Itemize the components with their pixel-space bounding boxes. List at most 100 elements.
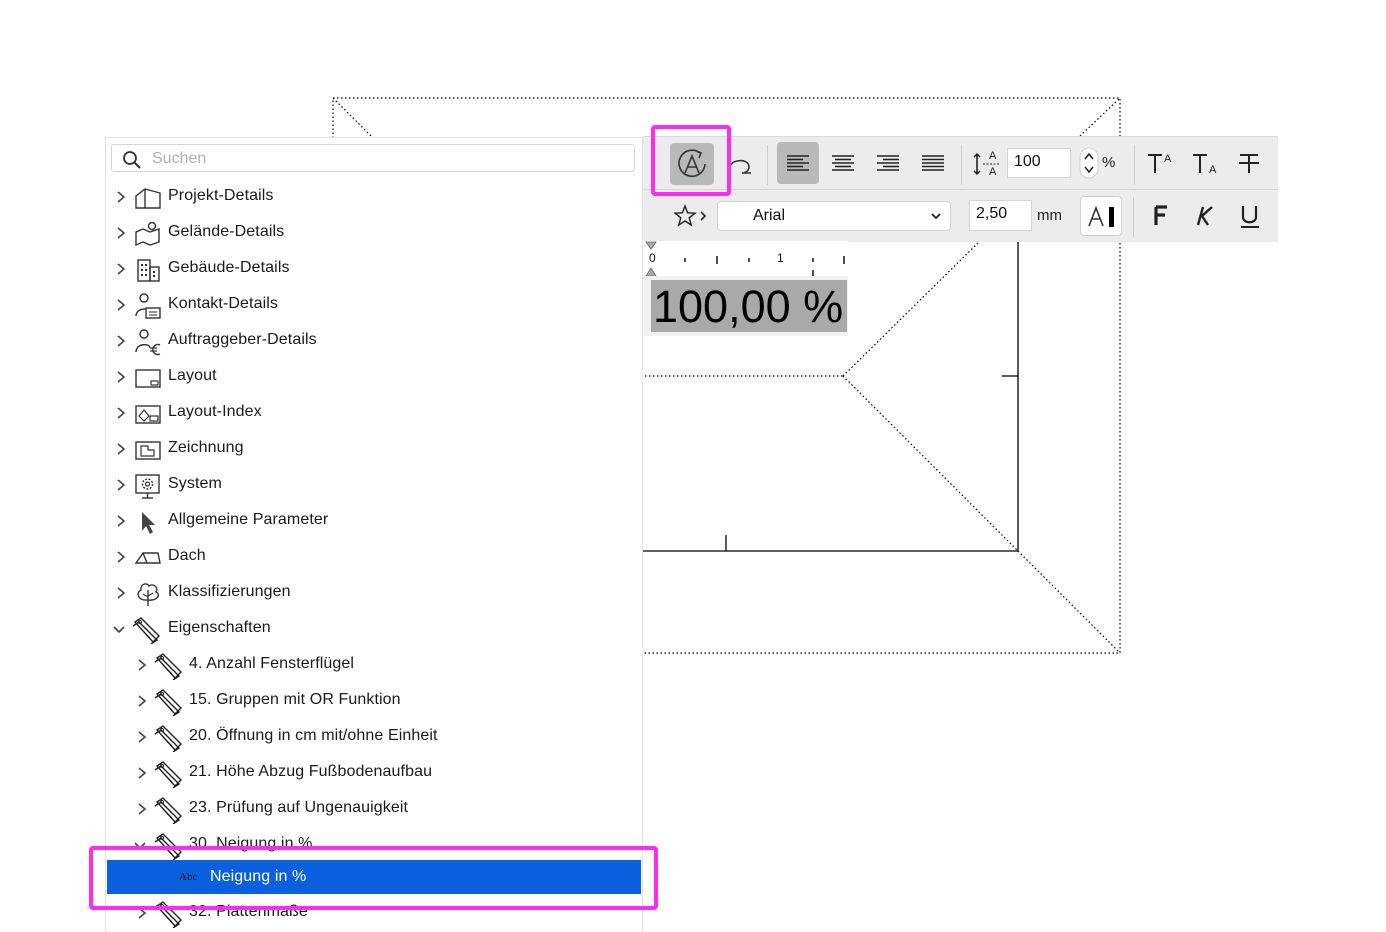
line-spacing-value: 100	[1014, 153, 1041, 170]
tags-icon	[132, 617, 160, 644]
chevron-right-icon[interactable]	[114, 333, 128, 349]
chevron-right-icon[interactable]	[135, 801, 149, 817]
system-gear-icon	[135, 474, 160, 499]
tree-item-label: Layout	[168, 367, 217, 384]
building-icon	[137, 259, 160, 282]
font-family-select[interactable]: Arial	[717, 201, 951, 231]
chevron-right-icon[interactable]	[135, 729, 149, 745]
tree-item-auftraggeber-details[interactable]: Auftraggeber-Details	[106, 324, 642, 360]
tree-item-klassifizierungen[interactable]: Klassifizierungen	[106, 576, 642, 612]
text-color-button[interactable]	[1080, 196, 1122, 236]
ruler-label-1: 1	[777, 251, 784, 265]
underline-icon[interactable]	[1239, 203, 1261, 229]
align-center-icon[interactable]	[832, 155, 854, 171]
italic-icon[interactable]	[1194, 204, 1216, 228]
tree-child-hoehe-abzug[interactable]: 21. Höhe Abzug Fußbodenaufbau	[106, 756, 642, 792]
drawing-icon	[135, 441, 161, 460]
tree-classification-icon	[137, 583, 160, 606]
house-icon	[135, 188, 161, 209]
text-ruler[interactable]: 0 1	[643, 241, 848, 277]
toolbar-separator	[1134, 145, 1135, 185]
chevron-down-icon	[931, 213, 941, 220]
svg-text:A: A	[1164, 153, 1172, 165]
tree-item-layout[interactable]: Layout	[106, 360, 642, 396]
toolbar-separator	[767, 145, 768, 185]
tree-item-label: Projekt-Details	[168, 187, 274, 204]
tree-child-label: 23. Prüfung auf Ungenauigkeit	[189, 799, 409, 816]
align-left-button[interactable]	[777, 142, 819, 184]
tree-item-label: Zeichnung	[168, 439, 244, 456]
tree-item-allgemeine-parameter[interactable]: Allgemeine Parameter	[106, 504, 642, 540]
line-spacing-icon: A A	[973, 150, 999, 178]
align-right-icon[interactable]	[877, 155, 899, 171]
tree-item-zeichnung[interactable]: Zeichnung	[106, 432, 642, 468]
chevron-right-icon[interactable]	[114, 261, 128, 277]
tree-item-gelaende-details[interactable]: Gelände-Details	[106, 216, 642, 252]
tree-child-pruefung[interactable]: 23. Prüfung auf Ungenauigkeit	[106, 792, 642, 828]
chevron-right-icon[interactable]	[114, 297, 128, 313]
chevron-right-icon[interactable]	[114, 477, 128, 493]
line-spacing-stepper[interactable]	[1079, 147, 1099, 179]
layout-icon	[135, 369, 161, 388]
client-euro-icon	[135, 329, 161, 356]
align-justify-icon[interactable]	[922, 155, 944, 171]
tree-child-anzahl-fensterfluegel[interactable]: 4. Anzahl Fensterflügel	[106, 648, 642, 684]
cursor-arrow-icon	[142, 512, 155, 534]
text-label-value[interactable]: 100,00 %	[651, 280, 848, 332]
tree-item-label: Klassifizierungen	[168, 583, 291, 600]
chevron-right-icon[interactable]	[114, 513, 128, 529]
highlight-autotext-button	[651, 125, 731, 196]
tree-item-label: System	[168, 475, 222, 492]
chevron-right-icon[interactable]	[135, 765, 149, 781]
tree-child-oeffnung[interactable]: 20. Öffnung in cm mit/ohne Einheit	[106, 720, 642, 756]
ruler-graphic	[645, 241, 845, 277]
line-spacing-input[interactable]: 100	[1007, 148, 1071, 178]
chevron-right-icon[interactable]	[114, 441, 128, 457]
tags-icon	[154, 761, 182, 788]
tree-item-label: Dach	[168, 547, 206, 564]
chevron-right-icon[interactable]	[135, 657, 149, 673]
search-field[interactable]	[111, 144, 635, 172]
tree-child-gruppen-or[interactable]: 15. Gruppen mit OR Funktion	[106, 684, 642, 720]
search-icon	[123, 151, 141, 169]
font-size-input[interactable]: 2,50	[969, 200, 1032, 231]
superscript-icon[interactable]: A	[1146, 149, 1178, 177]
contact-card-icon	[135, 293, 161, 319]
bold-icon[interactable]	[1152, 204, 1172, 228]
subscript-icon[interactable]: A	[1191, 149, 1223, 177]
toolbar-row-divider	[643, 189, 1278, 190]
tree-item-label: Eigenschaften	[168, 619, 271, 636]
tree-item-system[interactable]: System	[106, 468, 642, 504]
tree-item-eigenschaften[interactable]: Eigenschaften	[106, 612, 642, 648]
tree-item-label: Allgemeine Parameter	[168, 511, 329, 528]
toolbar-separator	[1133, 197, 1134, 237]
tree-item-gebaeude-details[interactable]: Gebäude-Details	[106, 252, 642, 288]
chevron-right-icon[interactable]	[114, 225, 128, 241]
tree-item-dach[interactable]: Dach	[106, 540, 642, 576]
favorites-star-icon[interactable]	[674, 204, 710, 228]
strikethrough-icon[interactable]	[1237, 149, 1263, 177]
chevron-right-icon[interactable]	[114, 189, 128, 205]
tree-item-projekt-details[interactable]: Projekt-Details	[106, 180, 642, 216]
search-input[interactable]	[150, 148, 624, 170]
tree-item-label: Gelände-Details	[168, 223, 285, 240]
text-format-toolbar: A A 100 % A A Arial 2,50 mm	[643, 136, 1278, 242]
align-left-icon	[787, 155, 809, 171]
svg-text:A: A	[989, 150, 997, 162]
highlight-selected-item	[89, 846, 658, 910]
chevron-right-icon[interactable]	[114, 585, 128, 601]
chevron-right-icon[interactable]	[135, 693, 149, 709]
tags-icon	[154, 653, 182, 680]
roof-hip-dotted-upper	[842, 240, 981, 377]
tree-item-label: Auftraggeber-Details	[168, 331, 317, 348]
chevron-right-icon[interactable]	[114, 369, 128, 385]
tree-item-kontakt-details[interactable]: Kontakt-Details	[106, 288, 642, 324]
text-label-edit-box[interactable]: 100,00 %	[643, 276, 848, 336]
chevron-right-icon[interactable]	[114, 405, 128, 421]
chevron-right-icon[interactable]	[114, 549, 128, 565]
chevron-down-icon[interactable]	[112, 621, 126, 637]
tags-icon	[154, 689, 182, 716]
tree-item-layout-index[interactable]: Layout-Index	[106, 396, 642, 432]
roof-hip-dotted-lower	[842, 375, 1019, 552]
navigator-tree-panel: Projekt-Details Gelände-Details Gebäude-…	[105, 137, 643, 932]
